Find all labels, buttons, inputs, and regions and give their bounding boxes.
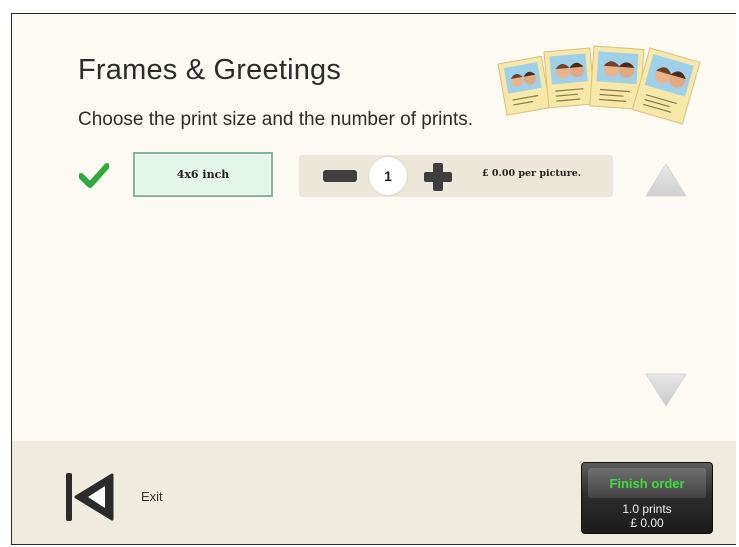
triangle-down-icon[interactable] <box>644 372 688 408</box>
total-summary: £ 0.00 <box>630 516 664 530</box>
exit-label: Exit <box>141 489 163 504</box>
photo-card-2 <box>543 47 596 109</box>
triangle-up-icon[interactable] <box>644 162 688 198</box>
prints-summary: 1.0 prints <box>622 502 672 516</box>
sample-photos-illustration <box>497 45 701 125</box>
finish-order-label: Finish order <box>588 468 706 498</box>
price-per-picture: £ 0.00 per picture. <box>482 168 582 179</box>
minus-icon[interactable] <box>323 170 357 182</box>
quantity-value: 1 <box>369 157 407 195</box>
photo-card-1 <box>497 55 551 116</box>
checkmark-icon <box>79 163 109 188</box>
skip-back-icon[interactable] <box>64 472 116 522</box>
footer-bar: Exit Finish order 1.0 prints £ 0.00 <box>12 441 736 544</box>
print-size-button[interactable]: 4x6 inch <box>133 152 273 197</box>
page-instructions: Choose the print size and the number of … <box>78 109 474 130</box>
plus-icon[interactable] <box>422 161 454 193</box>
app-window: Frames & Greetings Choose the print size… <box>11 13 736 545</box>
quantity-selector: 1 £ 0.00 per picture. <box>299 155 613 197</box>
finish-order-button[interactable]: Finish order 1.0 prints £ 0.00 <box>581 462 713 534</box>
page-title: Frames & Greetings <box>78 54 342 86</box>
